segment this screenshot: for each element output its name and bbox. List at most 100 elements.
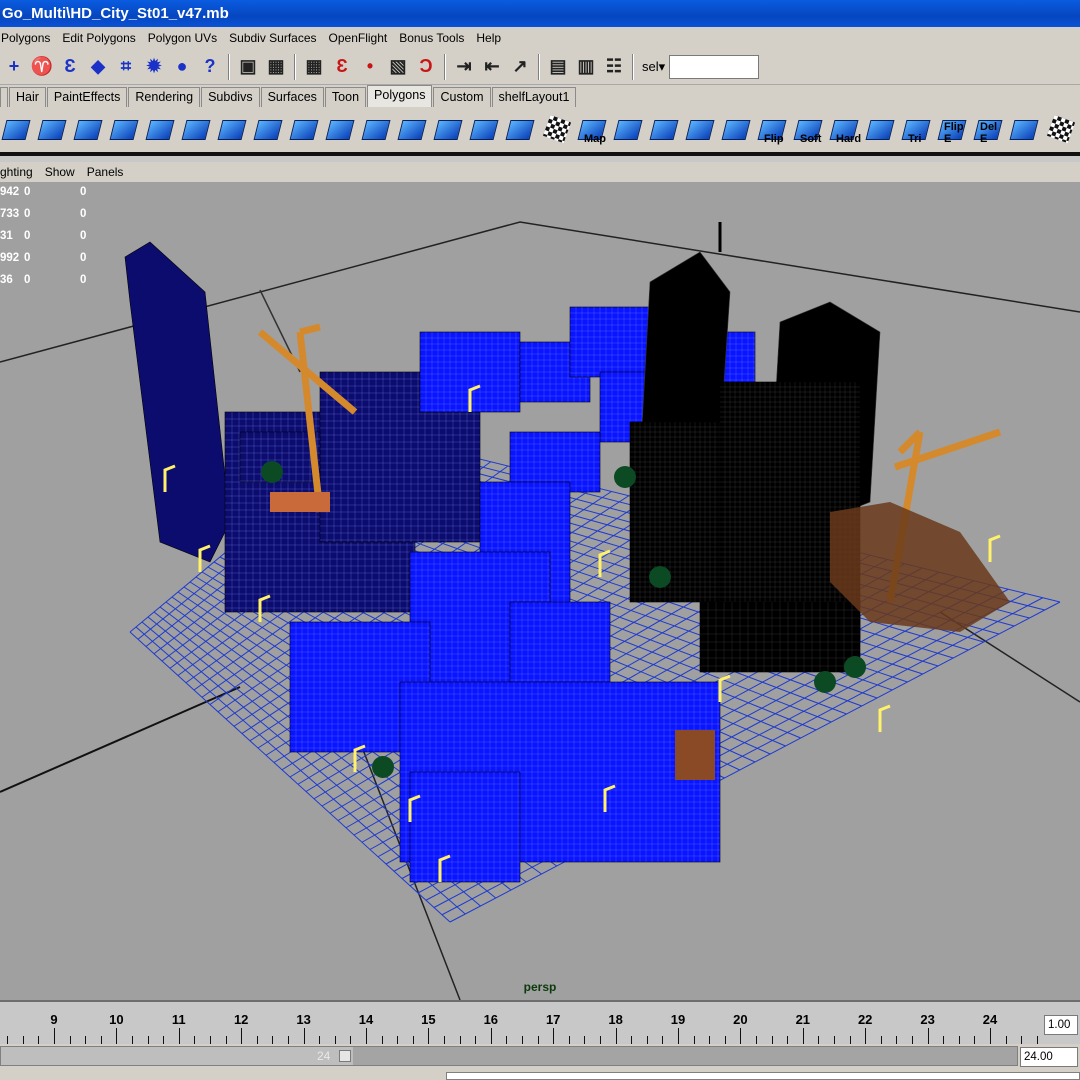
perspective-viewport[interactable]: 942 0 0 733 0 0 31 0 0 992 0 0 36 0 0 persp (0, 182, 1080, 1000)
time-slider[interactable]: 9 10 11 12 13 14 15 16 17 18 19 20 21 22 23 24 1.00 (0, 1000, 1080, 1046)
poly-bevel-icon[interactable] (144, 112, 178, 148)
poly-bridge-icon[interactable] (180, 112, 214, 148)
uv-map-icon[interactable]: Map (576, 112, 610, 148)
range-end-field[interactable]: 24.00 (1020, 1047, 1078, 1067)
shelf-tab-surfaces[interactable]: Surfaces (260, 87, 324, 107)
poly-extrude-icon-glyph (73, 119, 103, 140)
poly-icon[interactable] (0, 112, 34, 148)
menu-panels[interactable]: Panels (87, 162, 130, 182)
range-slider[interactable]: 24 24.00 (0, 1044, 1080, 1070)
quick-select-label[interactable]: sel▾ (642, 59, 665, 75)
hud-value: 0 (24, 252, 31, 264)
poly-merge-icon[interactable] (216, 112, 250, 148)
frame-icon[interactable]: ⌗ (114, 54, 138, 80)
poly-face-icon[interactable] (108, 112, 142, 148)
magnet-icon[interactable]: Ɔ (414, 54, 438, 80)
shelf-tab-shelflayout1[interactable]: shelfLayout1 (491, 87, 577, 107)
toolbar-separator (632, 53, 634, 80)
tree (372, 756, 394, 778)
curve-icon[interactable]: Ɛ (58, 54, 82, 80)
flip-icon[interactable]: Flip (756, 112, 790, 148)
poly-cleanup-icon[interactable] (1008, 112, 1042, 148)
grid-snap-icon[interactable]: ▦ (302, 54, 326, 80)
menu-lighting[interactable]: ghting (0, 162, 39, 182)
menu-polygons[interactable]: Polygons (0, 27, 56, 49)
history-icon[interactable]: ↗ (508, 54, 532, 80)
triangulate-icon[interactable]: Tri (900, 112, 934, 148)
poly-collapse-icon[interactable] (396, 112, 430, 148)
shelf-tab-subdivs[interactable]: Subdivs (201, 87, 260, 107)
help-icon[interactable]: ? (198, 54, 222, 80)
hud-value: 0 (80, 186, 87, 198)
harden-icon[interactable]: Hard (828, 112, 862, 148)
poly-split-icon[interactable] (36, 112, 70, 148)
shelf-tab-hair[interactable]: Hair (9, 87, 46, 107)
flip-edge-icon[interactable]: Flip E (936, 112, 970, 148)
poly-extract-icon[interactable] (432, 112, 466, 148)
curve-snap-icon[interactable]: Ɛ (330, 54, 354, 80)
poly-pivot-icon[interactable] (504, 112, 538, 148)
command-line-field[interactable] (446, 1072, 1080, 1080)
tick-label: 17 (545, 1012, 561, 1027)
shelf-tool-bar: Map Flip Soft Hard Tri Flip E Del E (0, 107, 1080, 152)
uv-checker-icon-glyph (542, 114, 572, 143)
range-handle[interactable] (339, 1050, 351, 1062)
plus-icon[interactable]: + (2, 54, 26, 80)
shelf-tab-polygons[interactable]: Polygons (367, 85, 433, 107)
cube-icon[interactable]: ◆ (86, 54, 110, 80)
soften-icon[interactable]: Soft (792, 112, 826, 148)
shelf-tab-painteffects[interactable]: PaintEffects (46, 87, 128, 107)
poly-cut-icon[interactable] (288, 112, 322, 148)
menu-polygon-uvs[interactable]: Polygon UVs (142, 27, 223, 49)
ipr-icon[interactable]: ▥ (574, 54, 598, 80)
point-snap-icon[interactable]: • (358, 54, 382, 80)
menu-show[interactable]: Show (45, 162, 81, 182)
lasso-icon[interactable]: ♈ (30, 54, 54, 80)
poly-smooth-icon[interactable] (864, 112, 898, 148)
ground-guide-line (0, 686, 241, 793)
uv-checker-icon[interactable] (540, 112, 574, 148)
poly-wedge-icon-glyph (325, 119, 355, 140)
uv-layout-icon[interactable] (720, 112, 754, 148)
sparkle-icon[interactable]: ✹ (142, 54, 166, 80)
delete-edge-icon[interactable]: Del E (972, 112, 1006, 148)
input-icon[interactable]: ⇥ (452, 54, 476, 80)
shelf-tab-custom[interactable]: Custom (433, 87, 491, 107)
poly-wedge-icon[interactable] (324, 112, 358, 148)
tick-label: 21 (795, 1012, 811, 1027)
tick-label: 11 (171, 1012, 186, 1027)
uv-cylindrical-icon[interactable] (648, 112, 682, 148)
shelf-tab-bar: Hair PaintEffects Rendering Subdivs Surf… (0, 85, 1080, 107)
panel-menu-bar: ghting Show Panels (0, 162, 1080, 182)
menu-openflight[interactable]: OpenFlight (323, 27, 394, 49)
range-track[interactable]: 24 (0, 1046, 1018, 1066)
poly-duplicate-icon[interactable] (468, 112, 502, 148)
quick-select-field[interactable] (669, 54, 760, 79)
street-light (598, 549, 611, 577)
tick-label: 13 (296, 1012, 311, 1027)
tick-label: 22 (857, 1012, 873, 1027)
lock-icon[interactable]: ▣ (236, 54, 260, 80)
sphere-icon[interactable]: ● (170, 54, 194, 80)
shelf-tab-rendering[interactable]: Rendering (128, 87, 201, 107)
poly-extrude-icon[interactable] (72, 112, 106, 148)
current-frame-field[interactable]: 1.00 (1044, 1015, 1078, 1035)
uv-spherical-icon[interactable] (684, 112, 718, 148)
output-icon[interactable]: ⇤ (480, 54, 504, 80)
select-mask-icon[interactable]: ▦ (264, 54, 288, 80)
menu-edit-polygons[interactable]: Edit Polygons (56, 27, 141, 49)
uv-checker-2-icon[interactable] (1044, 112, 1078, 148)
plane-snap-icon[interactable]: ▧ (386, 54, 410, 80)
render-icon[interactable]: ▤ (546, 54, 570, 80)
shelf-tab-hidden[interactable] (0, 87, 8, 107)
shelf-tab-toon[interactable]: Toon (324, 87, 367, 107)
menu-help[interactable]: Help (470, 27, 507, 49)
menu-subdiv-surfaces[interactable]: Subdiv Surfaces (223, 27, 322, 49)
uv-planar-icon[interactable] (612, 112, 646, 148)
poly-append-icon[interactable] (252, 112, 286, 148)
range-bar[interactable] (1, 1047, 353, 1065)
hud-value: 992 (0, 252, 20, 264)
render-settings-icon[interactable]: ☷ (602, 54, 626, 80)
poly-subdivide-icon[interactable] (360, 112, 394, 148)
menu-bonus-tools[interactable]: Bonus Tools (393, 27, 470, 49)
